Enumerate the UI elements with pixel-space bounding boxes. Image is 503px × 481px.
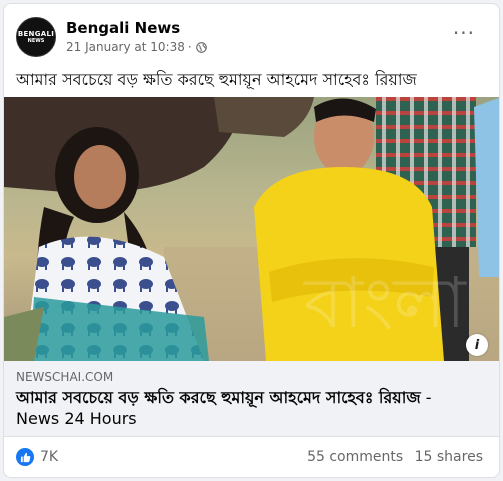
page-avatar[interactable]: BENGALI NEWS <box>16 17 56 57</box>
avatar-logo-text: BENGALI <box>17 29 55 38</box>
like-reaction-icon <box>16 448 34 466</box>
globe-icon <box>195 41 207 53</box>
post-meta: 21 January at 10:38 · <box>66 40 207 54</box>
post-image[interactable]: বাংলা i <box>4 97 499 361</box>
photo-illustration: বাংলা <box>4 97 499 361</box>
reaction-count: 7K <box>40 449 59 465</box>
link-title-text: আমার সবচেয়ে বড় ক্ষতি করছে হুমায়ূন আহম… <box>16 388 421 407</box>
more-options-icon[interactable]: ··· <box>453 23 475 43</box>
info-icon[interactable]: i <box>466 334 488 356</box>
engagement-counts: 55 comments 15 shares <box>300 449 483 465</box>
comments-count[interactable]: 55 comments <box>307 449 403 465</box>
post-text: আমার সবচেয়ে বড় ক্ষতি করছে হুমায়ূন আহম… <box>16 70 417 89</box>
post-header: BENGALI NEWS Bengali News 21 January at … <box>16 17 487 59</box>
reactions-summary[interactable]: 7K <box>16 448 58 466</box>
post-footer: 7K 55 comments 15 shares <box>16 446 487 470</box>
shares-count[interactable]: 15 shares <box>415 449 483 465</box>
link-domain: NEWSCHAI.COM <box>16 370 114 384</box>
link-preview[interactable]: NEWSCHAI.COM আমার সবচেয়ে বড় ক্ষতি করছে… <box>4 361 499 437</box>
link-title[interactable]: আমার সবচেয়ে বড় ক্ষতি করছে হুমায়ূন আহম… <box>16 387 475 429</box>
watermark-text: বাংলা <box>303 262 468 344</box>
page-name-link[interactable]: Bengali News <box>66 19 180 37</box>
meta-separator: · <box>187 40 192 54</box>
post-timestamp[interactable]: 21 January at 10:38 <box>66 40 185 54</box>
avatar-logo-subtext: NEWS <box>27 37 45 44</box>
post-card: BENGALI NEWS Bengali News 21 January at … <box>3 3 500 478</box>
